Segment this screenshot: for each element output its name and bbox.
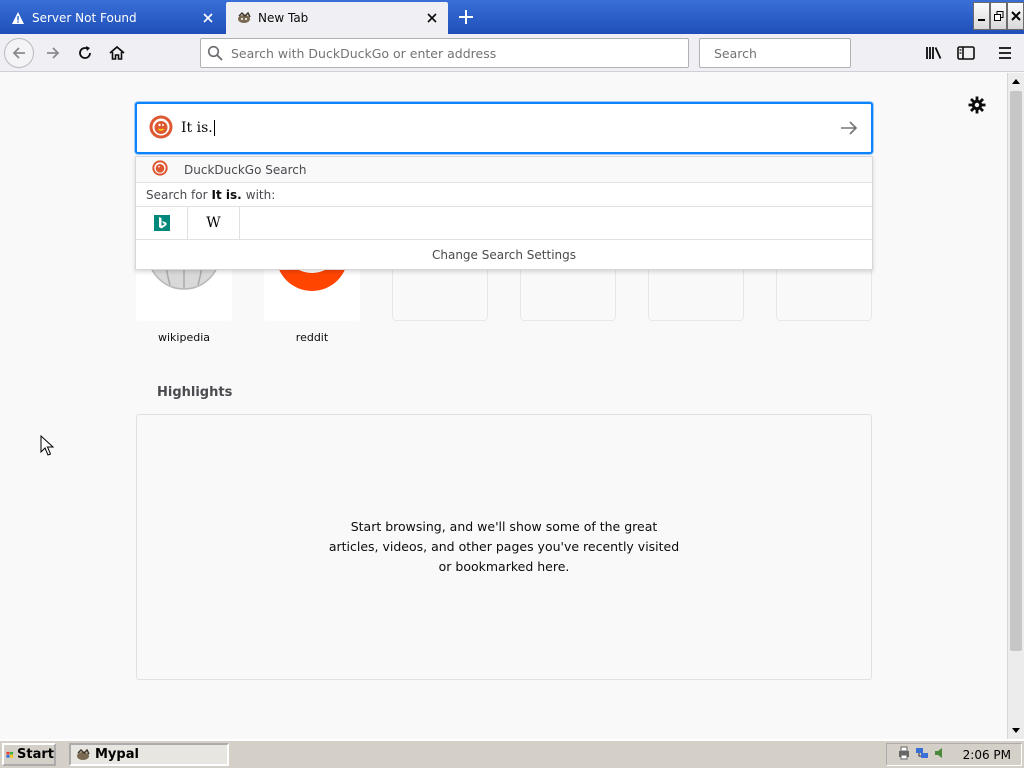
search-bar[interactable] [699,38,872,68]
scrollbar-thumb[interactable] [1010,91,1022,651]
highlights-empty-state: Start browsing, and we'll show some of t… [136,414,872,680]
tab-server-not-found[interactable]: Server Not Found [0,2,224,34]
scroll-down-arrow-icon[interactable] [1008,723,1024,739]
tray-network-icon[interactable] [915,746,929,763]
reload-button[interactable] [70,38,100,68]
reload-icon [79,46,91,59]
taskbar-item-mypal[interactable]: Mypal [69,743,229,766]
vertical-scrollbar[interactable] [1007,73,1024,739]
search-input[interactable] [712,44,872,62]
home-button[interactable] [102,38,132,68]
scroll-up-arrow-icon[interactable] [1008,73,1024,89]
restore-icon [993,11,1003,21]
back-button[interactable] [4,38,34,68]
back-arrow-icon [12,47,25,59]
bing-icon [153,215,170,231]
highlights-empty-message: Start browsing, and we'll show some of t… [328,519,680,574]
mouse-cursor-icon [40,434,55,460]
topsite-label[interactable]: reddit [264,331,360,344]
engine-header[interactable]: DuckDuckGo Search [136,157,872,183]
address-input[interactable] [229,44,688,62]
tab-label: New Tab [258,11,309,25]
tab-strip: Server Not Found New Tab [0,0,1024,34]
warning-icon [10,10,26,26]
bing-engine-button[interactable] [136,206,188,240]
tab-label: Server Not Found [32,11,137,25]
mypal-icon [236,10,252,26]
system-tray: 2:06 PM [886,743,1022,766]
address-bar[interactable] [200,38,689,68]
sidebar-icon [957,46,975,60]
arrow-right-icon[interactable] [839,118,859,138]
close-icon[interactable] [196,6,220,30]
mypal-icon [77,748,90,760]
windows-logo-icon [6,751,14,758]
search-for-row: Search for It is. with: [136,183,872,207]
engine-name: DuckDuckGo Search [184,162,307,177]
gear-icon[interactable] [966,94,988,116]
topsite-label[interactable]: wikipedia [136,331,232,344]
search-for-suffix: with: [245,187,276,202]
taskbar: Start Mypal 2:06 PM [0,739,1024,768]
forward-button[interactable] [38,38,68,68]
sidebar-button[interactable] [955,42,977,64]
page-search-box[interactable]: It is. [135,102,873,154]
taskbar-clock[interactable]: 2:06 PM [963,748,1011,762]
highlights-heading: Highlights [157,385,233,400]
search-icon [207,45,223,61]
tray-printer-icon[interactable] [897,746,911,763]
search-term: It is. [211,187,242,202]
task-label: Mypal [95,747,139,762]
wikipedia-engine-button[interactable]: W [188,206,240,240]
change-search-settings-button[interactable]: Change Search Settings [136,240,872,270]
window-controls [973,2,1024,30]
menu-button[interactable] [994,42,1016,64]
minimize-icon [978,18,985,21]
home-icon [109,45,125,60]
restore-button[interactable] [990,2,1007,30]
search-query-text: It is. [181,120,215,136]
minimize-button[interactable] [973,2,990,30]
plus-icon [459,10,473,24]
search-suggestions-dropdown: DuckDuckGo Search Search for It is. with… [135,156,873,270]
forward-arrow-icon [47,47,60,59]
change-search-settings-label: Change Search Settings [431,248,577,262]
tray-volume-icon[interactable] [933,746,947,763]
close-window-button[interactable] [1007,2,1024,30]
duckduckgo-icon [152,160,168,179]
start-label: Start [17,747,54,762]
new-tab-button[interactable] [452,4,480,30]
start-button[interactable]: Start [2,743,56,766]
new-tab-page: wikipedia reddit It is. DuckDuckGo Searc… [0,73,1007,739]
library-icon [926,47,942,59]
navigation-toolbar [0,34,1024,72]
text-caret [213,120,215,136]
library-button[interactable] [923,42,945,64]
hamburger-menu-icon [999,47,1011,59]
wikipedia-icon: W [206,215,221,231]
close-icon[interactable] [420,6,444,30]
close-icon [1010,11,1021,21]
tab-new-tab[interactable]: New Tab [226,2,448,34]
one-off-engines: W [136,206,872,240]
duckduckgo-icon [149,115,173,142]
search-for-prefix: Search for [146,187,208,202]
